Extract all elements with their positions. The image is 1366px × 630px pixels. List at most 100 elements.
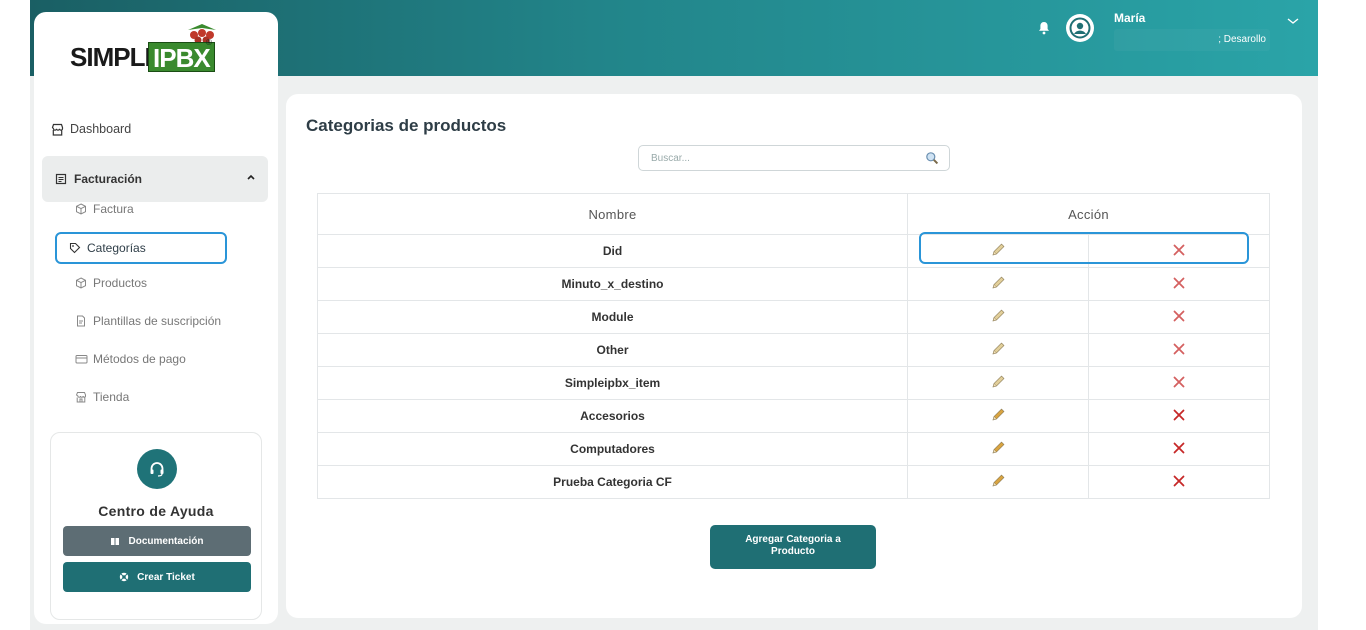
table-header-row: Nombre Acción [317,193,1270,235]
sidebar-item-dashboard[interactable]: Dashboard [50,122,131,136]
box-icon [74,202,88,216]
delete-cell [1087,399,1271,433]
search-icon[interactable] [925,151,939,165]
table-row: Other [317,333,1271,367]
user-menu[interactable]: María ; Desarollo [1039,8,1299,58]
delete-x-icon[interactable] [1172,276,1186,290]
category-name: Simpleipbx_item [317,366,908,400]
box-icon [74,276,88,290]
search-input[interactable]: Buscar... [651,153,690,164]
edit-cell [907,267,1089,301]
search-box[interactable]: Buscar... [638,145,950,171]
sidebar: SIMPLE IPBX ® Dashboard Facturación Fact… [34,12,278,624]
category-name: Minuto_x_destino [317,267,908,301]
sidebar-item-metodos-pago[interactable]: Métodos de pago [74,352,186,366]
delete-x-icon[interactable] [1172,342,1186,356]
credit-card-icon [74,352,88,366]
edit-pencil-icon[interactable] [990,440,1006,456]
delete-cell [1087,465,1271,499]
edit-pencil-icon[interactable] [990,407,1006,423]
delete-x-icon[interactable] [1172,375,1186,389]
sidebar-item-categorias[interactable]: Categorías [55,232,227,264]
document-icon [74,314,88,328]
chevron-up-icon [247,174,255,180]
add-category-button[interactable]: Agregar Categoria a Producto [710,525,876,569]
edit-pencil-icon[interactable] [990,341,1006,357]
sidebar-item-label: Categorías [87,241,146,255]
store-icon [50,122,64,136]
sidebar-item-label: Plantillas de suscripción [93,314,222,328]
table-row: Computadores [317,432,1271,466]
sidebar-item-productos[interactable]: Productos [74,276,147,290]
logo-box: IPBX [148,42,215,73]
edit-pencil-icon[interactable] [990,275,1006,291]
page-title: Categorias de productos [306,116,507,135]
delete-cell [1087,234,1271,268]
edit-cell [907,465,1089,499]
delete-cell [1087,300,1271,334]
column-header-name: Nombre [317,193,908,235]
lifebuoy-icon [119,572,129,582]
logo-trademark: ® [206,38,212,47]
edit-cell [907,234,1089,268]
category-name: Module [317,300,908,334]
sidebar-item-label: Factura [93,202,134,216]
delete-cell [1087,432,1271,466]
raspberry-logo-icon [188,24,216,44]
column-header-action: Acción [907,193,1270,235]
receipt-icon [54,172,68,186]
sidebar-item-label: Métodos de pago [93,352,186,366]
category-name: Computadores [317,432,908,466]
create-ticket-button[interactable]: Crear Ticket [63,562,251,592]
main-card: Categorias de productos Buscar... Nombre… [286,94,1302,618]
user-role: ; Desarollo [1218,34,1266,45]
category-name: Other [317,333,908,367]
help-center-card: Centro de Ayuda Documentación Crear Tick… [50,432,262,620]
category-name: Prueba Categoria CF [317,465,908,499]
tag-icon [68,241,82,255]
delete-x-icon[interactable] [1172,309,1186,323]
delete-x-icon[interactable] [1172,441,1186,455]
delete-x-icon[interactable] [1172,408,1186,422]
logo: SIMPLE IPBX ® [70,22,220,78]
help-title: Centro de Ayuda [98,503,214,519]
category-name: Did [317,234,908,268]
category-name: Accesorios [317,399,908,433]
edit-cell [907,333,1089,367]
add-category-button-label-line1: Agregar Categoria a [745,534,841,545]
delete-cell [1087,366,1271,400]
chevron-down-icon[interactable] [1286,16,1300,26]
user-icon [1069,17,1091,39]
delete-cell [1087,333,1271,367]
sidebar-item-label: Productos [93,276,148,290]
user-name: María [1114,11,1146,25]
delete-cell [1087,267,1271,301]
sidebar-item-factura[interactable]: Factura [74,202,134,216]
bell-icon[interactable] [1038,21,1050,35]
documentation-button-label: Documentación [128,535,204,547]
edit-pencil-icon[interactable] [990,308,1006,324]
edit-cell [907,300,1089,334]
headset-icon [137,449,177,489]
sidebar-item-plantillas[interactable]: Plantillas de suscripción [74,314,221,328]
delete-x-icon[interactable] [1172,474,1186,488]
sidebar-item-facturacion[interactable]: Facturación [42,156,268,202]
edit-pencil-icon[interactable] [990,374,1006,390]
edit-cell [907,399,1089,433]
table-row: Module [317,300,1271,334]
table-row: Minuto_x_destino [317,267,1271,301]
documentation-button[interactable]: Documentación [63,526,251,556]
categories-table: Nombre Acción Did Minuto_x_destino Module O… [317,193,1271,499]
sidebar-item-label: Facturación [74,172,143,186]
store-icon [74,390,88,404]
table-row: Did [317,234,1271,268]
table-row: Prueba Categoria CF [317,465,1271,499]
edit-cell [907,432,1089,466]
edit-pencil-icon[interactable] [990,473,1006,489]
delete-x-icon[interactable] [1172,243,1186,257]
sidebar-item-tienda[interactable]: Tienda [74,390,129,404]
avatar[interactable] [1066,14,1094,42]
table-row: Simpleipbx_item [317,366,1271,400]
table-row: Accesorios [317,399,1271,433]
edit-pencil-icon[interactable] [990,242,1006,258]
